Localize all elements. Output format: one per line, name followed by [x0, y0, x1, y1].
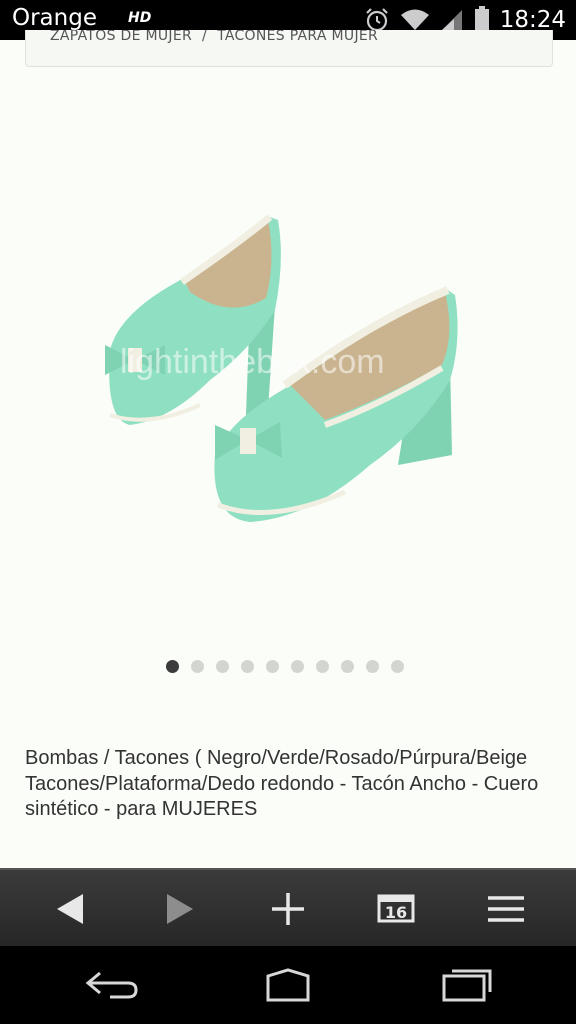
back-icon — [85, 971, 138, 999]
breadcrumb: ZAPATOS DE MUJER / TACONES PARA MUJER — [25, 30, 553, 67]
browser-forward-button[interactable] — [150, 882, 210, 936]
carousel-dot[interactable] — [216, 660, 229, 673]
carousel-dot[interactable] — [366, 660, 379, 673]
browser-menu-button[interactable] — [476, 882, 536, 936]
system-recents-button[interactable] — [426, 960, 506, 1010]
system-back-button[interactable] — [72, 960, 152, 1010]
carousel-dot[interactable] — [241, 660, 254, 673]
breadcrumb-separator: / — [202, 30, 208, 44]
carrier-name: Orange — [12, 5, 97, 31]
breadcrumb-item-tacones[interactable]: TACONES PARA MUJER — [217, 30, 378, 44]
watermark-text: lightinthebox.com — [120, 343, 385, 381]
system-nav-bar — [0, 946, 576, 1024]
product-title: Bombas / Tacones ( Negro/Verde/Rosado/Pú… — [25, 747, 539, 820]
tabs-icon: 16 — [377, 894, 415, 923]
recents-icon — [442, 969, 492, 1002]
system-home-button[interactable] — [248, 960, 328, 1010]
carousel-dot[interactable] — [266, 660, 279, 673]
tabs-button[interactable]: 16 — [366, 882, 426, 936]
carousel-dot[interactable] — [341, 660, 354, 673]
carousel-dots — [166, 660, 404, 673]
browser-toolbar: 16 — [0, 868, 576, 948]
new-tab-button[interactable] — [258, 882, 318, 936]
carousel-dot[interactable] — [191, 660, 204, 673]
carousel-dot[interactable] — [291, 660, 304, 673]
browser-back-button[interactable] — [40, 882, 100, 936]
breadcrumb-item-zapatos[interactable]: ZAPATOS DE MUJER — [50, 30, 192, 44]
menu-icon — [488, 896, 524, 922]
wifi-icon — [400, 9, 429, 30]
carousel-dot[interactable] — [391, 660, 404, 673]
carousel-dot[interactable] — [166, 660, 179, 673]
carousel-dot[interactable] — [316, 660, 329, 673]
forward-icon — [167, 894, 193, 924]
tab-count: 16 — [385, 903, 407, 922]
cell-signal-icon — [441, 10, 462, 30]
hd-badge: HD — [128, 10, 152, 26]
back-icon — [57, 894, 83, 924]
home-icon — [266, 968, 310, 1002]
new-tab-icon — [272, 893, 304, 925]
